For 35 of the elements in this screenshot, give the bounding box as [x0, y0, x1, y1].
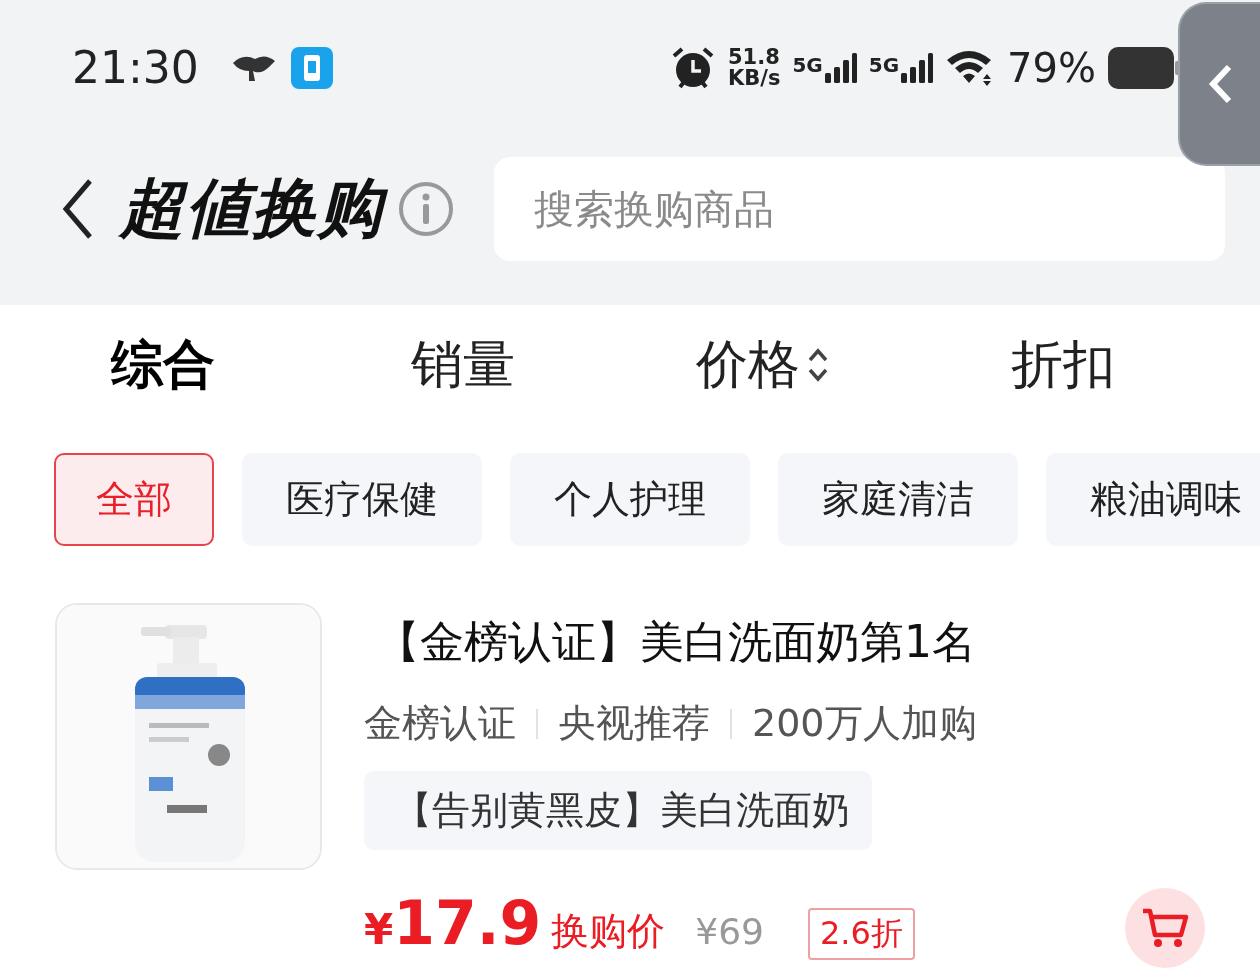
signal-icon [901, 52, 934, 83]
network-type: 5G [868, 52, 900, 77]
sort-tab[interactable]: 价格 [696, 330, 830, 400]
clock-time: 21:30 [72, 42, 199, 93]
cart-icon [1141, 907, 1189, 949]
info-button[interactable] [398, 180, 454, 237]
category-chip[interactable]: 个人护理 [510, 453, 750, 546]
signal-icon [824, 52, 857, 83]
selling-point: 【告别黄黑皮】美白洗面奶 [364, 771, 872, 850]
speed-unit: KB/s [727, 67, 781, 89]
category-chip[interactable]: 医疗保健 [242, 453, 482, 546]
network-type: 5G [792, 52, 823, 77]
price-label: 换购价 [551, 908, 666, 955]
app-icon [290, 46, 333, 89]
currency-symbol: ¥ [364, 905, 394, 954]
battery-percent: 79% [1007, 44, 1096, 91]
sort-tab[interactable]: 折扣 [1011, 330, 1115, 400]
product-tag: 200万人加购 [752, 698, 977, 749]
category-chip[interactable]: 全部 [54, 453, 214, 546]
category-chip[interactable]: 粮油调味 [1046, 453, 1260, 546]
side-panel-button[interactable] [1178, 2, 1260, 166]
category-chip[interactable]: 家庭清洁 [778, 453, 1018, 546]
sort-tab[interactable]: 综合 [111, 330, 215, 400]
network-speed: 51.8 [727, 46, 781, 68]
chevron-left-icon [1207, 63, 1233, 105]
product-tag: 央视推荐 [558, 698, 710, 749]
info-icon [398, 180, 454, 237]
product-title: 【金榜认证】美白洗面奶第1名 [376, 615, 977, 669]
original-price: ¥69 [695, 911, 764, 952]
search-field[interactable]: 搜索换购商品 [494, 156, 1225, 261]
product-tag: 金榜认证 [364, 698, 516, 749]
battery-icon [1108, 46, 1180, 89]
exchange-price: 17.9 [393, 888, 542, 958]
sort-tab[interactable]: 销量 [411, 330, 515, 400]
discount-badge: 2.6折 [808, 908, 915, 960]
